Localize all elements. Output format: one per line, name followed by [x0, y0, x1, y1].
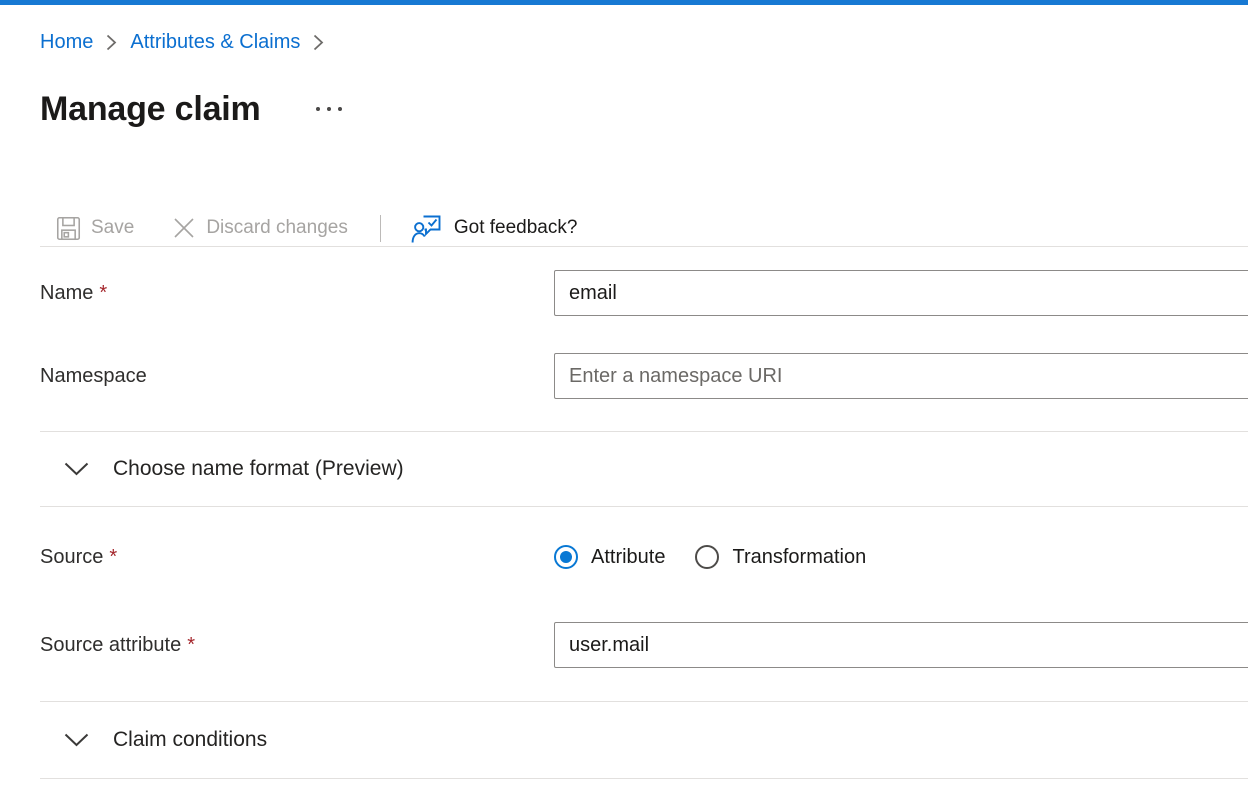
breadcrumb-attributes-claims-link[interactable]: Attributes & Claims [130, 28, 300, 56]
radio-selected-icon [554, 545, 578, 569]
source-field-row: Source * Attribute Transformation [0, 535, 1248, 579]
source-transformation-radio[interactable]: Transformation [695, 545, 866, 569]
discard-changes-label: Discard changes [206, 217, 348, 239]
save-button[interactable]: Save [56, 216, 134, 241]
ellipsis-icon [327, 107, 331, 111]
section-divider [40, 246, 1248, 247]
name-label: Name * [40, 282, 554, 305]
save-icon [56, 216, 81, 241]
source-label-text: Source [40, 546, 103, 568]
chevron-down-icon [64, 462, 89, 476]
chevron-down-icon [64, 733, 89, 747]
feedback-icon [411, 211, 444, 245]
source-label: Source * [40, 546, 554, 569]
required-asterisk: * [99, 282, 107, 304]
claim-conditions-section-title: Claim conditions [113, 728, 267, 752]
choose-name-format-section-title: Choose name format (Preview) [113, 457, 404, 481]
more-options-button[interactable] [314, 101, 344, 117]
section-divider [40, 778, 1248, 779]
namespace-label: Namespace [40, 365, 554, 388]
name-field-row: Name * [0, 270, 1248, 316]
toolbar-divider [380, 215, 381, 242]
required-asterisk: * [109, 546, 117, 568]
discard-changes-button[interactable]: Discard changes [172, 216, 348, 240]
required-asterisk: * [187, 634, 195, 656]
source-attribute-input[interactable] [554, 622, 1248, 668]
radio-unselected-icon [695, 545, 719, 569]
breadcrumb: Home Attributes & Claims [0, 5, 1248, 56]
manage-claim-page: Home Attributes & Claims Manage claim [0, 5, 1248, 779]
got-feedback-label: Got feedback? [454, 217, 578, 239]
attribute-radio-label: Attribute [591, 546, 665, 569]
source-attribute-field-row: Source attribute * [0, 622, 1248, 668]
page-title: Manage claim [40, 90, 261, 129]
chevron-right-icon [313, 34, 324, 51]
source-attribute-radio[interactable]: Attribute [554, 545, 665, 569]
ellipsis-icon [316, 107, 320, 111]
name-input[interactable] [554, 270, 1248, 316]
name-label-text: Name [40, 282, 93, 304]
breadcrumb-home-link[interactable]: Home [40, 28, 93, 56]
ellipsis-icon [338, 107, 342, 111]
command-bar: Save Discard changes Got feedback? [56, 210, 1248, 246]
close-icon [172, 216, 196, 240]
namespace-field-row: Namespace [0, 353, 1248, 399]
source-attribute-label-text: Source attribute [40, 634, 181, 656]
source-radio-group: Attribute Transformation [554, 545, 866, 569]
choose-name-format-section-toggle[interactable]: Choose name format (Preview) [0, 432, 1248, 506]
claim-conditions-section-toggle[interactable]: Claim conditions [0, 702, 1248, 778]
namespace-input[interactable] [554, 353, 1248, 399]
save-label: Save [91, 217, 134, 239]
namespace-label-text: Namespace [40, 365, 147, 387]
section-divider [40, 506, 1248, 507]
source-attribute-label: Source attribute * [40, 634, 554, 657]
transformation-radio-label: Transformation [732, 546, 866, 569]
chevron-right-icon [106, 34, 117, 51]
got-feedback-button[interactable]: Got feedback? [411, 211, 578, 245]
page-header: Manage claim [40, 86, 1248, 132]
